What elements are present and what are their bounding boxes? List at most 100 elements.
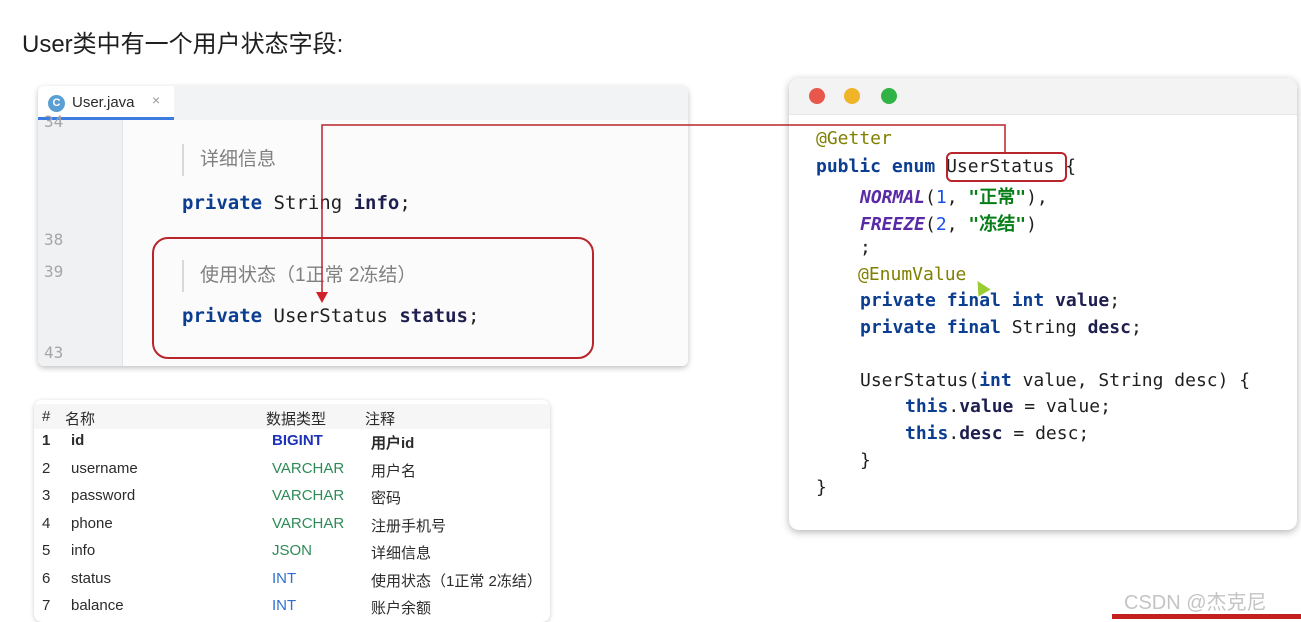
red-accent-bar [1112, 614, 1301, 619]
row-name: username [71, 460, 138, 477]
string: "正常" [968, 187, 1027, 208]
window-minimize-dot[interactable] [844, 88, 860, 104]
table-row[interactable]: 1 id BIGINT 用户id [34, 429, 550, 456]
row-name: status [71, 570, 112, 587]
window-title-bar [789, 78, 1297, 115]
row-name: phone [71, 515, 113, 532]
status-highlight-box [152, 237, 594, 359]
row-index: 5 [42, 542, 51, 559]
line-number: 43 [44, 343, 64, 362]
user-columns-table: # 名称 数据类型 注释 1 id BIGINT 用户id 2 username… [34, 400, 550, 622]
punctuation: ; [1130, 317, 1142, 338]
header-index: # [42, 408, 51, 425]
string: "冻结" [968, 214, 1027, 235]
field-name: value [1044, 290, 1110, 311]
keyword: this [905, 423, 949, 444]
header-type: 数据类型 [266, 411, 327, 428]
constant-name: FREEZE [860, 214, 926, 235]
desc-field-line: private final String desc; [860, 317, 1142, 338]
window-maximize-dot[interactable] [881, 88, 897, 104]
table-row[interactable]: 6 status INT 使用状态（1正常 2冻结） [34, 567, 550, 594]
table-header: # 名称 数据类型 注释 [34, 404, 550, 431]
punctuation: ) [1026, 214, 1037, 235]
row-index: 6 [42, 570, 51, 587]
enum-semicolon: ; [860, 237, 871, 258]
type-name: String [262, 192, 354, 214]
enum-constant-freeze: FREEZE(2, "冻结") [860, 210, 1037, 236]
punctuation: , [946, 214, 969, 235]
row-comment: 详细信息 [371, 545, 432, 562]
table-row[interactable]: 2 username VARCHAR 用户名 [34, 457, 550, 484]
java-class-icon: C [48, 95, 65, 112]
closing-brace: } [816, 477, 827, 498]
row-index: 1 [42, 432, 51, 449]
row-index: 4 [42, 515, 51, 532]
field-name: value [959, 396, 1014, 417]
table-row[interactable]: 7 balance INT 账户余额 [34, 594, 550, 621]
enumvalue-annotation: @EnumValue [858, 264, 967, 285]
row-comment: 用户id [371, 435, 415, 452]
keyword: private final [860, 317, 1001, 338]
assignment: = value; [1013, 396, 1111, 417]
row-name: balance [71, 597, 124, 614]
row-name: password [71, 487, 136, 504]
number: 1 [935, 187, 947, 208]
page-headline: User类中有一个用户状态字段: [22, 31, 344, 58]
getter-annotation: @Getter [816, 128, 892, 149]
table-row[interactable]: 4 phone VARCHAR 注册手机号 [34, 512, 550, 539]
punctuation: . [948, 423, 960, 444]
row-index: 7 [42, 597, 51, 614]
constant-name: NORMAL [860, 187, 926, 208]
header-name: 名称 [65, 411, 96, 428]
field-name: info [353, 192, 400, 214]
enum-name-highlight-box [946, 152, 1067, 182]
line-number: 39 [44, 262, 64, 281]
assign-desc-line: this.desc = desc; [905, 423, 1089, 444]
row-index: 3 [42, 487, 51, 504]
row-comment: 用户名 [371, 463, 417, 480]
punctuation: . [948, 396, 960, 417]
field-name: desc [1087, 317, 1131, 338]
row-comment: 账户余额 [371, 600, 432, 617]
field-name: desc [959, 423, 1003, 444]
enum-constant-normal: NORMAL(1, "正常"), [860, 183, 1048, 209]
row-index: 2 [42, 460, 51, 477]
row-name: id [71, 432, 85, 449]
constructor-line: UserStatus(int value, String desc) { [860, 370, 1250, 391]
assignment: = desc; [1002, 423, 1090, 444]
code-line-info: private String info; [182, 192, 411, 214]
row-type: VARCHAR [272, 487, 345, 504]
row-type: BIGINT [272, 432, 323, 449]
line-number: 38 [44, 230, 64, 249]
closing-brace: } [860, 450, 871, 471]
row-type: VARCHAR [272, 515, 345, 532]
keyword: int [979, 370, 1012, 391]
constructor-name: UserStatus( [860, 370, 980, 391]
keyword: private [182, 192, 263, 214]
value-field-line: private final int value; [860, 290, 1120, 311]
punctuation: ), [1026, 187, 1048, 208]
row-type: INT [272, 597, 297, 614]
line-number: 34 [44, 112, 64, 131]
punctuation: ; [1109, 290, 1121, 311]
header-comment: 注释 [365, 411, 396, 428]
row-comment: 密码 [371, 490, 402, 507]
assign-value-line: this.value = value; [905, 396, 1111, 417]
number: 2 [935, 214, 947, 235]
row-comment: 使用状态（1正常 2冻结） [371, 573, 542, 590]
keyword: this [905, 396, 949, 417]
table-row[interactable]: 5 info JSON 详细信息 [34, 539, 550, 566]
line-number-gutter: 34 38 39 43 44 [38, 112, 123, 366]
window-close-dot[interactable] [809, 88, 825, 104]
keyword: public enum [816, 156, 936, 177]
watermark-text: CSDN @杰克尼 [1124, 592, 1267, 614]
row-name: info [71, 542, 96, 559]
keyword: private final int [860, 290, 1045, 311]
table-row[interactable]: 3 password VARCHAR 密码 [34, 484, 550, 511]
close-icon[interactable]: × [152, 92, 160, 108]
row-type: INT [272, 570, 297, 587]
punctuation: ( [925, 187, 936, 208]
doc-comment-info: 详细信息 [182, 144, 276, 176]
row-type: JSON [272, 542, 313, 559]
punctuation: ( [925, 214, 936, 235]
